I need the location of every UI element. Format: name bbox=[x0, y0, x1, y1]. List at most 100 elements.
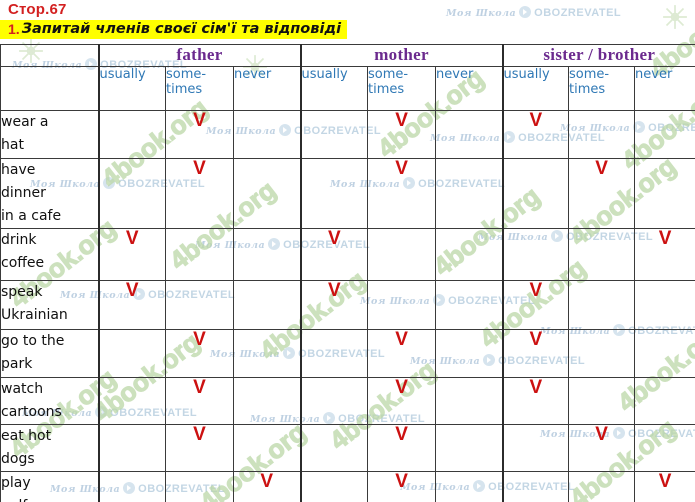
checkmark-icon: V bbox=[595, 424, 608, 445]
answer-cell-sister-never[interactable] bbox=[634, 280, 695, 330]
freq-header-mother-sometimes: some- times bbox=[367, 66, 437, 111]
checkmark-icon: V bbox=[658, 228, 672, 249]
answer-cell-father-usually[interactable] bbox=[97, 110, 166, 159]
answer-cell-mother-never[interactable] bbox=[435, 280, 504, 330]
answer-cell-father-sometimes[interactable]: V bbox=[165, 424, 234, 472]
answer-cell-mother-usually[interactable] bbox=[300, 471, 369, 502]
answer-cell-sister-usually[interactable]: V bbox=[502, 377, 570, 425]
checkmark-icon: V bbox=[395, 377, 408, 398]
checkmark-icon: V bbox=[529, 329, 543, 350]
answer-cell-sister-usually[interactable]: V bbox=[502, 110, 570, 159]
answer-cell-father-sometimes[interactable]: V bbox=[165, 329, 234, 378]
answer-cell-mother-usually[interactable]: V bbox=[300, 280, 369, 330]
group-header-mother: mother bbox=[300, 44, 504, 67]
answer-cell-father-usually[interactable]: V bbox=[97, 280, 166, 330]
answer-cell-mother-usually[interactable] bbox=[300, 377, 369, 425]
answer-cell-sister-never[interactable]: V bbox=[634, 228, 695, 281]
checkmark-icon: V bbox=[193, 424, 206, 445]
answer-cell-father-sometimes[interactable] bbox=[165, 228, 234, 281]
freq-header-sister-never: never bbox=[634, 66, 695, 111]
checkmark-icon: V bbox=[395, 329, 408, 350]
answer-cell-father-never[interactable]: V bbox=[232, 471, 302, 502]
answer-cell-mother-sometimes[interactable]: V bbox=[367, 377, 437, 425]
answer-cell-sister-sometimes[interactable] bbox=[568, 110, 636, 159]
answer-cell-father-usually[interactable] bbox=[97, 471, 166, 502]
answer-cell-father-sometimes[interactable] bbox=[165, 280, 234, 330]
answer-cell-mother-never[interactable] bbox=[435, 158, 504, 229]
answer-cell-father-never[interactable] bbox=[232, 110, 302, 159]
answer-cell-father-usually[interactable] bbox=[97, 158, 166, 229]
answer-cell-sister-usually[interactable]: V bbox=[502, 280, 570, 330]
answer-cell-father-usually[interactable] bbox=[97, 377, 166, 425]
answer-cell-sister-sometimes[interactable] bbox=[568, 228, 636, 281]
answer-cell-father-never[interactable] bbox=[232, 228, 302, 281]
row-label-activity: drink coffee bbox=[0, 228, 99, 281]
page-number-label: Стор.67 bbox=[8, 1, 67, 18]
answer-cell-sister-sometimes[interactable] bbox=[568, 471, 636, 502]
answer-cell-sister-never[interactable]: V bbox=[634, 471, 695, 502]
answer-cell-mother-sometimes[interactable] bbox=[367, 228, 437, 281]
answer-cell-mother-never[interactable] bbox=[435, 329, 504, 378]
answer-cell-sister-usually[interactable] bbox=[502, 158, 570, 229]
answer-cell-mother-usually[interactable]: V bbox=[300, 228, 369, 281]
survey-table-wrapper: father mother sister / brother usually s… bbox=[0, 44, 695, 502]
table-body: wear a hat V V Vhave dinner in a cafe V V Vdri… bbox=[0, 110, 695, 502]
answer-cell-sister-sometimes[interactable] bbox=[568, 280, 636, 330]
answer-cell-father-usually[interactable] bbox=[97, 329, 166, 378]
answer-cell-father-never[interactable] bbox=[232, 280, 302, 330]
table-row: speak Ukrainian V V V bbox=[0, 280, 695, 330]
answer-cell-father-usually[interactable]: V bbox=[97, 228, 166, 281]
answer-cell-mother-never[interactable] bbox=[435, 110, 504, 159]
answer-cell-father-never[interactable] bbox=[232, 329, 302, 378]
answer-cell-father-sometimes[interactable]: V bbox=[165, 377, 234, 425]
checkmark-icon: V bbox=[395, 424, 408, 445]
answer-cell-father-never[interactable] bbox=[232, 377, 302, 425]
answer-cell-sister-never[interactable] bbox=[634, 110, 695, 159]
answer-cell-mother-never[interactable] bbox=[435, 377, 504, 425]
answer-cell-father-sometimes[interactable]: V bbox=[165, 158, 234, 229]
table-row: eat hot dogs V V V bbox=[0, 424, 695, 472]
answer-cell-father-never[interactable] bbox=[232, 424, 302, 472]
table-row: play golf V V V bbox=[0, 471, 695, 502]
answer-cell-mother-sometimes[interactable]: V bbox=[367, 329, 437, 378]
checkmark-icon: V bbox=[595, 158, 608, 179]
row-label-activity: go to the park bbox=[0, 329, 99, 378]
leaf-ornament-icon bbox=[663, 5, 687, 29]
answer-cell-mother-usually[interactable] bbox=[300, 110, 369, 159]
checkmark-icon: V bbox=[395, 158, 408, 179]
freq-header-sister-usually: usually bbox=[502, 66, 570, 111]
checkmark-icon: V bbox=[193, 110, 206, 131]
answer-cell-sister-sometimes[interactable] bbox=[568, 329, 636, 378]
answer-cell-mother-never[interactable] bbox=[435, 228, 504, 281]
answer-cell-mother-usually[interactable] bbox=[300, 158, 369, 229]
answer-cell-sister-never[interactable] bbox=[634, 424, 695, 472]
answer-cell-sister-usually[interactable]: V bbox=[502, 329, 570, 378]
answer-cell-sister-sometimes[interactable] bbox=[568, 377, 636, 425]
answer-cell-mother-sometimes[interactable]: V bbox=[367, 471, 437, 502]
answer-cell-mother-usually[interactable] bbox=[300, 424, 369, 472]
answer-cell-father-sometimes[interactable] bbox=[165, 471, 234, 502]
answer-cell-father-usually[interactable] bbox=[97, 424, 166, 472]
answer-cell-sister-never[interactable] bbox=[634, 377, 695, 425]
answer-cell-mother-sometimes[interactable]: V bbox=[367, 424, 437, 472]
answer-cell-mother-sometimes[interactable]: V bbox=[367, 110, 437, 159]
answer-cell-sister-sometimes[interactable]: V bbox=[568, 424, 636, 472]
answer-cell-mother-never[interactable] bbox=[435, 424, 504, 472]
answer-cell-sister-usually[interactable] bbox=[502, 471, 570, 502]
answer-cell-mother-never[interactable] bbox=[435, 471, 504, 502]
checkmark-icon: V bbox=[529, 110, 543, 131]
checkmark-icon: V bbox=[529, 377, 543, 398]
answer-cell-sister-usually[interactable] bbox=[502, 228, 570, 281]
answer-cell-sister-sometimes[interactable]: V bbox=[568, 158, 636, 229]
answer-cell-sister-never[interactable] bbox=[634, 158, 695, 229]
answer-cell-sister-usually[interactable] bbox=[502, 424, 570, 472]
answer-cell-mother-sometimes[interactable] bbox=[367, 280, 437, 330]
answer-cell-mother-sometimes[interactable]: V bbox=[367, 158, 437, 229]
answer-cell-sister-never[interactable] bbox=[634, 329, 695, 378]
family-group-header-row: father mother sister / brother bbox=[0, 44, 695, 67]
checkmark-icon: V bbox=[193, 377, 206, 398]
answer-cell-father-never[interactable] bbox=[232, 158, 302, 229]
answer-cell-mother-usually[interactable] bbox=[300, 329, 369, 378]
answer-cell-father-sometimes[interactable]: V bbox=[165, 110, 234, 159]
table-row: go to the park V V V bbox=[0, 329, 695, 378]
